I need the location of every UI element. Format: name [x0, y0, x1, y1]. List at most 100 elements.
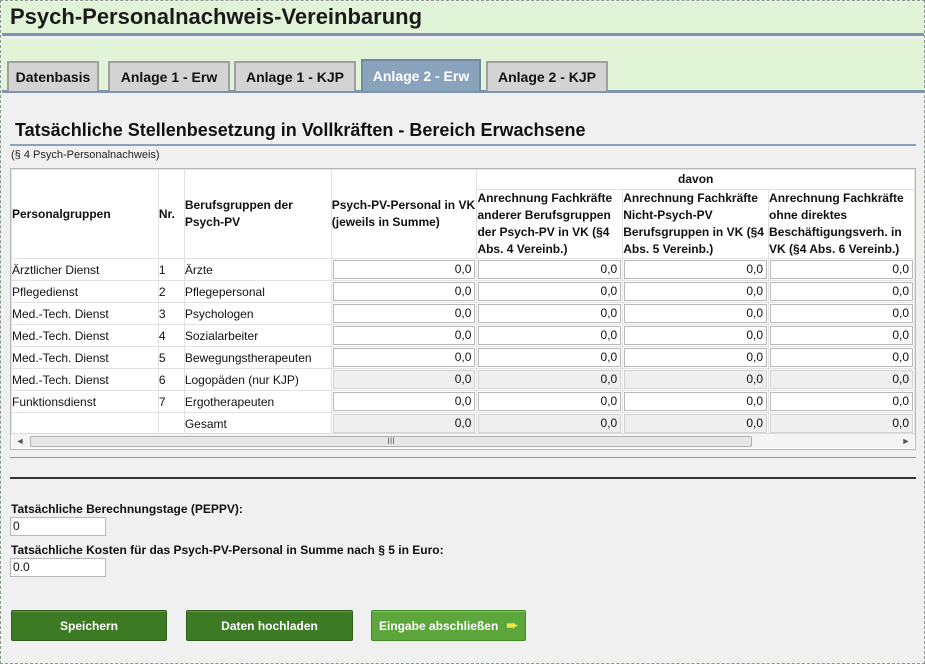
value-readonly: 0,0 [624, 370, 768, 389]
cell-beruf: Sozialarbeiter [183, 324, 332, 347]
cell-group: Med.-Tech. Dienst [11, 368, 159, 391]
cell-total-label: Gesamt [183, 412, 332, 435]
tab-anlage1-kjp[interactable]: Anlage 1 - KJP [234, 61, 356, 91]
staffing-table: Personalgruppen Nr. Berufsgruppen der Ps… [11, 169, 915, 435]
cell-nr: 3 [157, 302, 185, 325]
cell-group [11, 412, 159, 435]
value-readonly: 0,0 [478, 370, 622, 389]
cell-beruf: Logopäden (nur KJP) [183, 368, 332, 391]
header-anrechnung-nicht-psych: Anrechnung Fachkräfte Nicht-Psych-PV Ber… [622, 189, 770, 259]
header-berufsgruppen: Berufsgruppen der Psych-PV [183, 169, 332, 259]
value-input[interactable]: 0,0 [624, 304, 768, 323]
app-header: Psych-Personalnachweis-Vereinbarung [2, 2, 924, 36]
title-divider [10, 144, 916, 146]
table-row: Med.-Tech. Dienst 3 Psychologen 0,0 0,0 … [11, 302, 915, 325]
table-row: Med.-Tech. Dienst 5 Bewegungstherapeuten… [11, 346, 915, 369]
value-input[interactable]: 0,0 [770, 260, 913, 279]
upload-button[interactable]: Daten hochladen [186, 610, 353, 641]
value-input[interactable]: 0,0 [332, 348, 476, 367]
cell-beruf: Pflegepersonal [183, 280, 332, 303]
value-input[interactable]: 0,0 [332, 282, 476, 301]
tab-anlage2-kjp[interactable]: Anlage 2 - KJP [486, 61, 608, 91]
cell-nr: 4 [157, 324, 185, 347]
cell-nr: 6 [157, 368, 185, 391]
cell-beruf: Psychologen [183, 302, 332, 325]
header-anrechnung-ohne-beschaeftigung: Anrechnung Fachkräfte ohne direktes Besc… [768, 189, 915, 259]
table-row: Funktionsdienst 7 Ergotherapeuten 0,0 0,… [11, 390, 915, 413]
section-subtitle: (§ 4 Psych-Personalnachweis) [11, 149, 160, 161]
total-value: 0,0 [332, 414, 476, 433]
value-input[interactable]: 0,0 [332, 304, 476, 323]
value-input[interactable]: 0,0 [770, 392, 913, 411]
kosten-label: Tatsächliche Kosten für das Psych-PV-Per… [11, 543, 444, 557]
total-value: 0,0 [478, 414, 622, 433]
cell-group: Ärztlicher Dienst [11, 258, 159, 281]
value-input[interactable]: 0,0 [478, 304, 622, 323]
arrow-right-icon: ➨ [506, 617, 519, 633]
app-window: Psych-Personalnachweis-Vereinbarung Date… [0, 0, 925, 664]
tab-anlage1-erw[interactable]: Anlage 1 - Erw [108, 61, 230, 91]
value-input[interactable]: 0,0 [770, 304, 913, 323]
value-input[interactable]: 0,0 [478, 260, 622, 279]
finish-input-label: Eingabe abschließen [378, 618, 499, 633]
value-input[interactable]: 0,0 [770, 282, 913, 301]
cell-beruf: Bewegungstherapeuten [183, 346, 332, 369]
value-readonly: 0,0 [332, 370, 476, 389]
header-personalgruppen: Personalgruppen [11, 169, 159, 259]
value-input[interactable]: 0,0 [624, 282, 768, 301]
horizontal-scrollbar[interactable]: ◄ III ► [12, 433, 914, 448]
cell-group: Pflegedienst [11, 280, 159, 303]
berechnungstage-input[interactable]: 0 [10, 517, 106, 536]
total-value: 0,0 [770, 414, 913, 433]
header-davon: davon [476, 169, 915, 190]
tab-datenbasis[interactable]: Datenbasis [7, 61, 99, 91]
header-anrechnung-anderer: Anrechnung Fachkräfte anderer Berufsgrup… [476, 189, 624, 259]
value-input[interactable]: 0,0 [478, 326, 622, 345]
staffing-grid: Personalgruppen Nr. Berufsgruppen der Ps… [10, 168, 916, 450]
cell-group: Med.-Tech. Dienst [11, 346, 159, 369]
cell-group: Med.-Tech. Dienst [11, 324, 159, 347]
cell-nr: 7 [157, 390, 185, 413]
value-input[interactable]: 0,0 [332, 392, 476, 411]
value-input[interactable]: 0,0 [332, 260, 476, 279]
table-row: Pflegedienst 2 Pflegepersonal 0,0 0,0 0,… [11, 280, 915, 303]
finish-input-button[interactable]: Eingabe abschließen ➨ [371, 610, 526, 641]
value-input[interactable]: 0,0 [624, 392, 768, 411]
value-readonly: 0,0 [770, 370, 913, 389]
value-input[interactable]: 0,0 [624, 260, 768, 279]
value-input[interactable]: 0,0 [332, 326, 476, 345]
table-row: Med.-Tech. Dienst 4 Sozialarbeiter 0,0 0… [11, 324, 915, 347]
value-input[interactable]: 0,0 [478, 282, 622, 301]
table-row-total: Gesamt 0,0 0,0 0,0 0,0 [11, 412, 915, 435]
cell-group: Med.-Tech. Dienst [11, 302, 159, 325]
tab-anlage2-erw[interactable]: Anlage 2 - Erw [361, 59, 481, 91]
value-input[interactable]: 0,0 [770, 326, 913, 345]
cell-beruf: Ärzte [183, 258, 332, 281]
value-input[interactable]: 0,0 [478, 392, 622, 411]
cell-nr: 2 [157, 280, 185, 303]
value-input[interactable]: 0,0 [624, 348, 768, 367]
header-nr: Nr. [157, 169, 185, 259]
divider [10, 457, 916, 458]
app-title: Psych-Personalnachweis-Vereinbarung [10, 4, 423, 29]
value-input[interactable]: 0,0 [770, 348, 913, 367]
tab-bar: Datenbasis Anlage 1 - Erw Anlage 1 - KJP… [2, 39, 924, 93]
value-input[interactable]: 0,0 [478, 348, 622, 367]
save-button[interactable]: Speichern [11, 610, 167, 641]
berechnungstage-label: Tatsächliche Berechnungstage (PEPPV): [11, 502, 243, 516]
value-input[interactable]: 0,0 [624, 326, 768, 345]
scroll-left-icon[interactable]: ◄ [13, 435, 27, 448]
kosten-input[interactable]: 0.0 [10, 558, 106, 577]
cell-nr: 1 [157, 258, 185, 281]
scroll-right-icon[interactable]: ► [899, 435, 913, 448]
cell-group: Funktionsdienst [11, 390, 159, 413]
divider [10, 477, 916, 479]
table-row: Ärztlicher Dienst 1 Ärzte 0,0 0,0 0,0 0,… [11, 258, 915, 281]
scrollbar-thumb[interactable]: III [30, 436, 752, 447]
table-row: Med.-Tech. Dienst 6 Logopäden (nur KJP) … [11, 368, 915, 391]
cell-beruf: Ergotherapeuten [183, 390, 332, 413]
cell-nr: 5 [157, 346, 185, 369]
main-content: Tatsächliche Stellenbesetzung in Vollkrä… [2, 96, 924, 663]
header-psych-pv: Psych-PV-Personal in VK (jeweils in Summ… [330, 169, 478, 259]
section-title: Tatsächliche Stellenbesetzung in Vollkrä… [15, 120, 586, 140]
